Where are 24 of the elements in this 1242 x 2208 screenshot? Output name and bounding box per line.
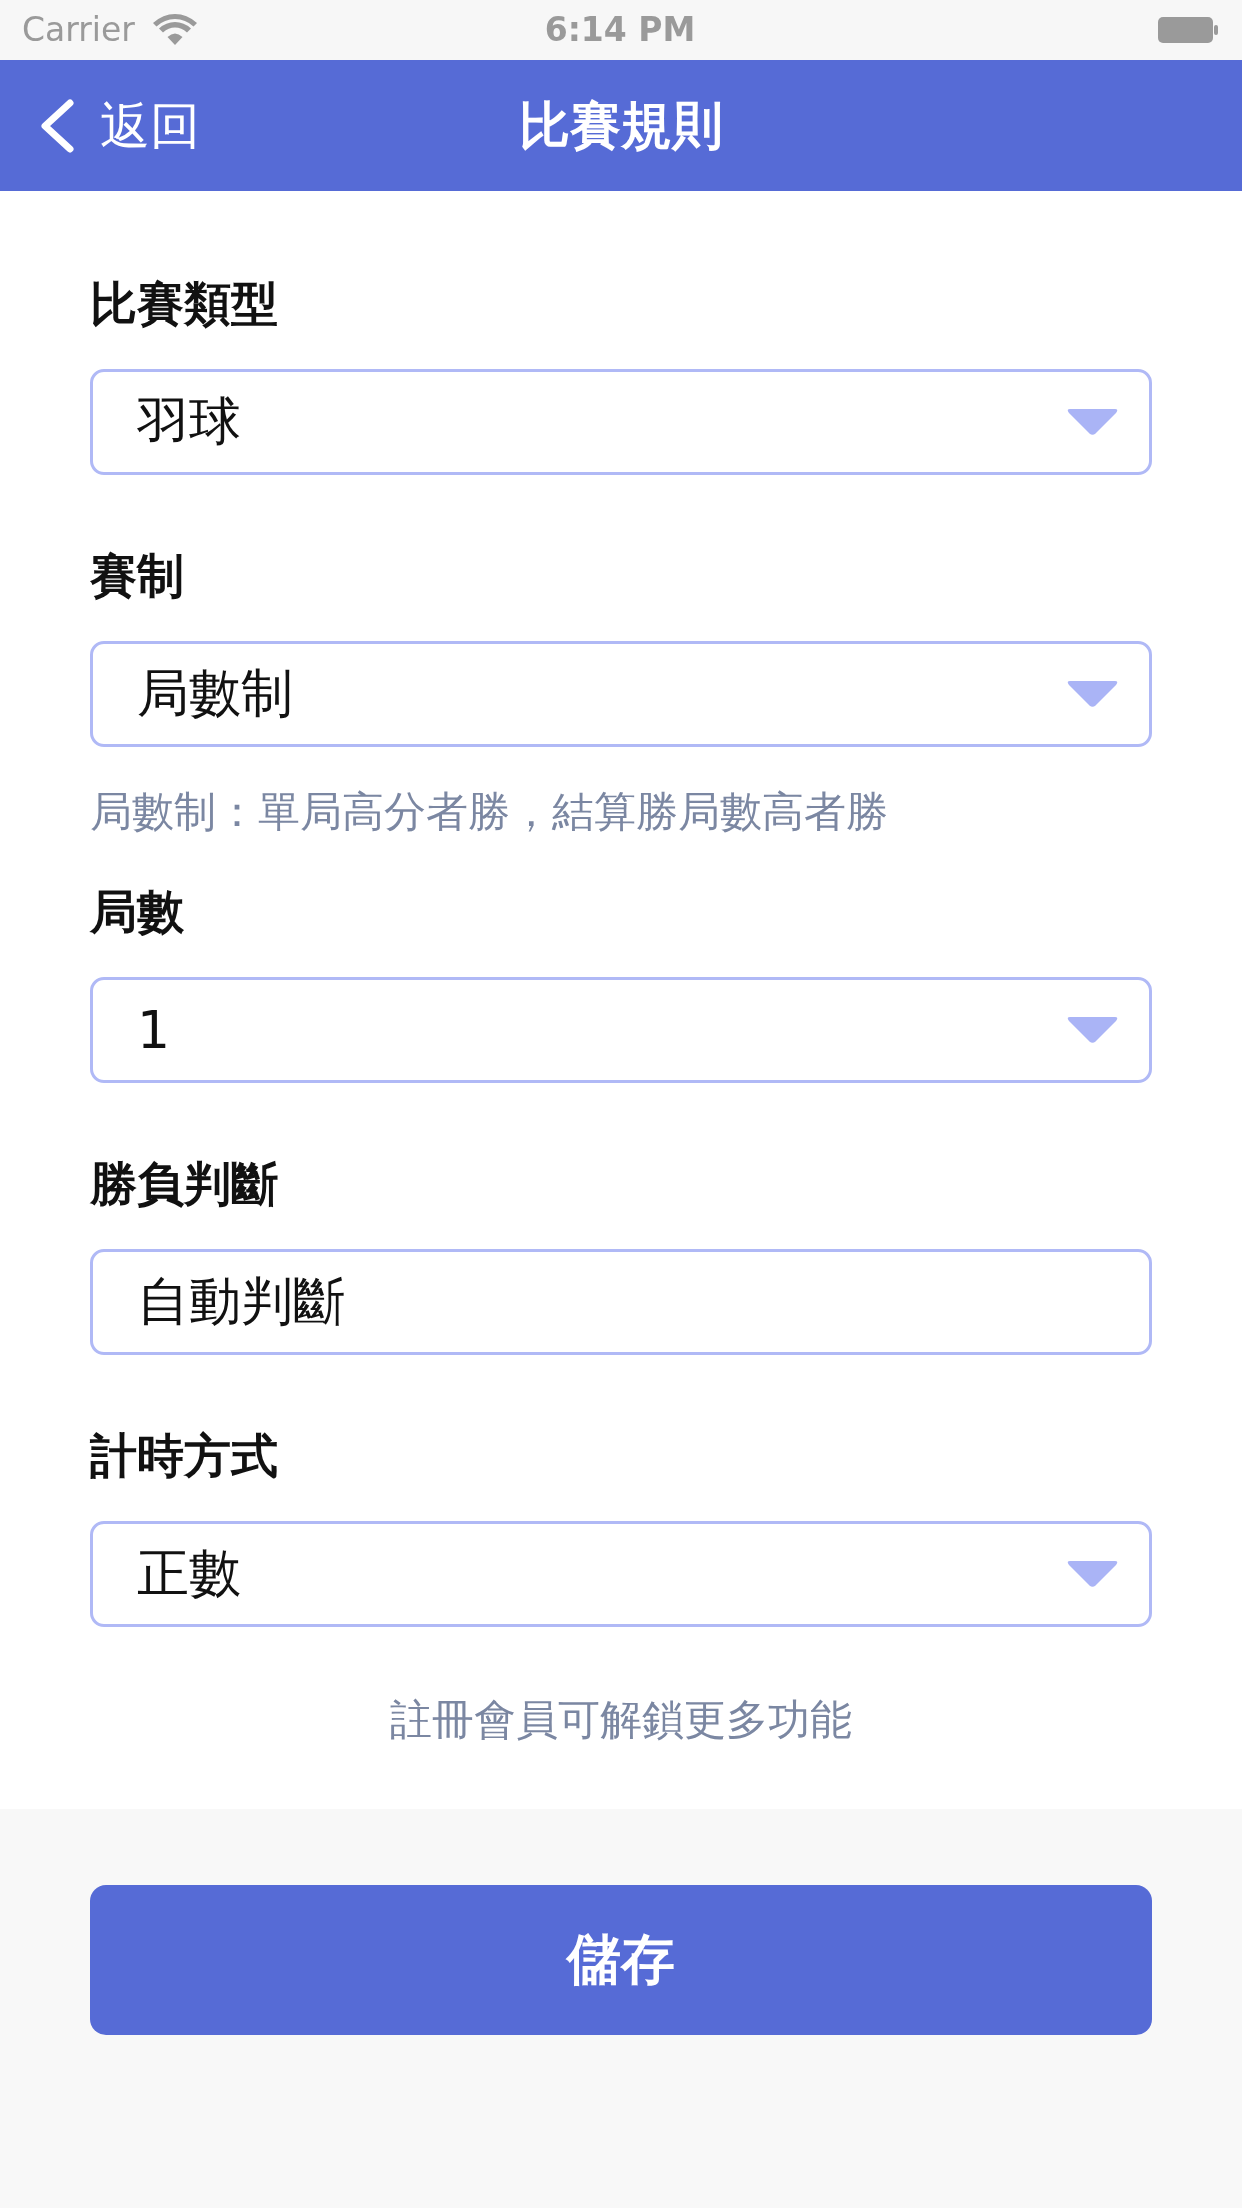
carrier-label: Carrier: [22, 10, 135, 50]
field-label: 勝負判斷: [90, 1155, 278, 1213]
chevron-left-icon: [40, 98, 74, 153]
wifi-icon: [152, 14, 197, 46]
text-field[interactable]: 自動判斷: [90, 1249, 1152, 1355]
page-title: 比賽規則: [519, 94, 723, 157]
caret-icon: [1066, 680, 1119, 708]
dropdown-field[interactable]: 1: [90, 977, 1152, 1083]
back-button[interactable]: 返回: [40, 95, 200, 156]
field-label: 賽制: [90, 547, 184, 605]
field-label: 比賽類型: [90, 275, 278, 333]
caret-icon: [1066, 1560, 1119, 1588]
field-label: 計時方式: [90, 1427, 278, 1485]
member-note: 註冊會員可解鎖更多功能: [390, 1694, 852, 1746]
caret-icon: [1066, 408, 1119, 436]
dropdown-field[interactable]: 羽球: [90, 369, 1152, 475]
dropdown-field[interactable]: 局數制: [90, 641, 1152, 747]
status-time: 6:14 PM: [544, 10, 696, 50]
hint-text: 局數制：單局高分者勝，結算勝局數高者勝: [90, 786, 888, 838]
save-button[interactable]: 儲存: [90, 1885, 1152, 2035]
battery-icon: [1158, 17, 1218, 43]
dropdown-field[interactable]: 正數: [90, 1521, 1152, 1627]
caret-icon: [1066, 1016, 1119, 1044]
field-label: 局數: [90, 883, 184, 941]
